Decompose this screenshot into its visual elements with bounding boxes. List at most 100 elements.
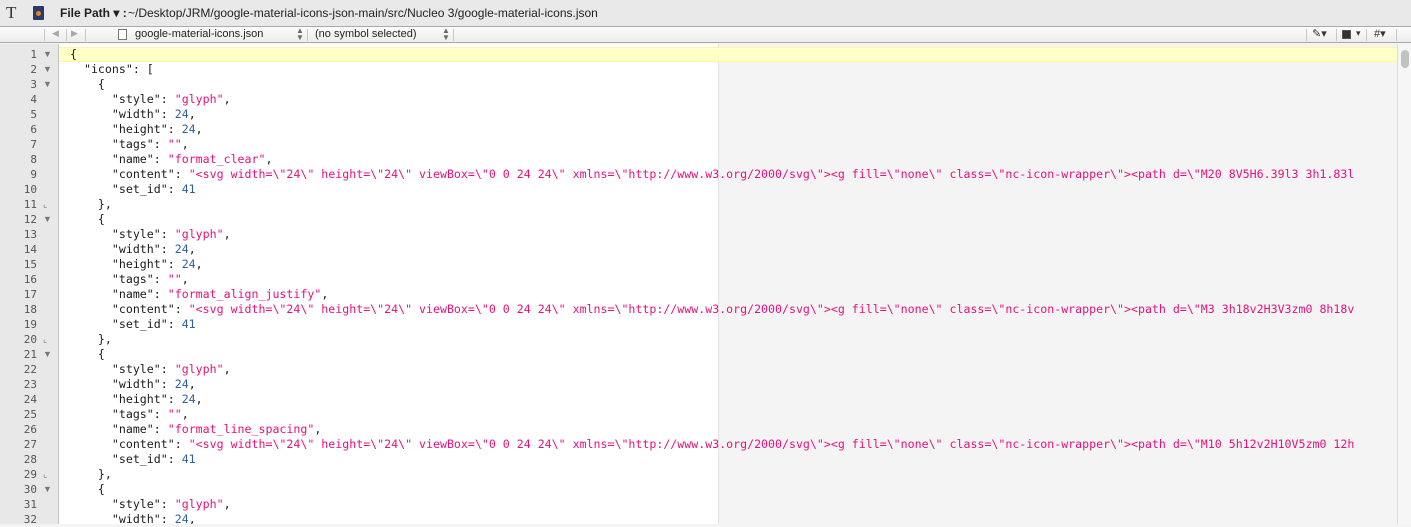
updown-icon: ▲ ▼ [296,26,304,42]
json-punctuation: : [174,302,189,316]
json-key: "tags" [111,137,154,151]
line-number: 22 [23,363,37,376]
fold-triangle-icon[interactable]: ▼ [43,62,52,77]
json-punctuation: , [181,272,189,286]
json-punctuation [70,257,112,271]
fold-triangle-icon[interactable]: ▼ [43,77,52,92]
line-number: 18 [23,303,37,316]
divider [1396,29,1397,41]
json-punctuation: { [70,47,77,61]
json-punctuation [70,362,112,376]
line-number: 28 [23,453,37,466]
line-number: 25 [23,408,37,421]
json-key: "name" [111,152,154,166]
json-string: "<svg width=\"24\" height=\"24\" viewBox… [188,302,1355,316]
vertical-scrollbar[interactable] [1397,44,1411,524]
text-tool-icon[interactable]: T [6,3,16,23]
line-number: 2 [30,63,37,76]
code-line: { [70,347,105,362]
json-number: 24 [181,122,196,136]
json-punctuation: , [188,377,196,391]
fold-end-icon[interactable]: ⌞ [43,467,47,482]
code-line: "width": 24, [70,512,196,524]
json-key: "width" [111,242,161,256]
json-punctuation: }, [70,197,112,211]
json-punctuation: , [195,392,203,406]
back-arrow-icon[interactable]: ◀ [52,28,59,39]
json-punctuation: : [153,407,168,421]
code-line: "name": "format_line_spacing", [70,422,321,437]
line-number: 23 [23,378,37,391]
file-path: ~/Desktop/JRM/google-material-icons-json… [128,6,598,20]
json-key: "set_id" [111,182,168,196]
json-punctuation: , [265,152,273,166]
json-punctuation [70,242,112,256]
current-line-highlight [59,47,1397,62]
code-line: "style": "glyph", [70,92,231,107]
json-string: "glyph" [174,92,224,106]
updown-icon: ▲ ▼ [442,26,450,42]
json-punctuation: , [188,107,196,121]
json-punctuation: , [195,257,203,271]
file-popup[interactable]: google-material-icons.json [135,28,263,40]
json-key: "tags" [111,272,154,286]
json-number: 24 [174,242,189,256]
code-line: { [70,47,77,62]
marker-icon[interactable]: ✎▾ [1312,27,1327,40]
chevron-down-icon[interactable]: ▾ [1356,28,1361,39]
code-line: "content": "<svg width=\"24\" height=\"2… [70,302,1354,317]
divider [44,29,45,41]
json-punctuation [70,167,112,181]
line-number: 21 [23,348,37,361]
code-line: "name": "format_clear", [70,152,273,167]
json-string: "glyph" [174,362,224,376]
json-punctuation: , [223,227,231,241]
hash-icon[interactable]: #▾ [1374,27,1386,40]
json-key: "style" [111,92,161,106]
json-punctuation [70,152,112,166]
json-number: 41 [181,452,196,466]
bookmark-icon[interactable] [1342,30,1351,39]
line-number: 8 [30,153,37,166]
code-editor[interactable]: { "icons": [ { "style": "glyph", "width"… [59,44,1397,524]
divider [1366,29,1367,41]
json-punctuation [70,392,112,406]
json-punctuation: : [160,227,175,241]
fold-triangle-icon[interactable]: ▼ [43,47,52,62]
json-punctuation [70,302,112,316]
fold-triangle-icon[interactable]: ▼ [43,482,52,497]
file-path-menu[interactable]: File Path ▾ : [60,6,127,20]
line-number: 20 [23,333,37,346]
line-number: 5 [30,108,37,121]
line-number: 24 [23,393,37,406]
json-punctuation: : [153,287,168,301]
forward-arrow-icon[interactable]: ▶ [71,28,78,39]
code-line: "name": "format_align_justify", [70,287,328,302]
fold-triangle-icon[interactable]: ▼ [43,212,52,227]
line-number: 16 [23,273,37,286]
json-punctuation: }, [70,332,112,346]
json-key: "set_id" [111,452,168,466]
json-punctuation [70,227,112,241]
json-key: "content" [111,167,175,181]
json-key: "icons" [83,62,133,76]
code-line: "icons": [ [70,62,154,77]
json-punctuation: , [321,287,329,301]
code-line: "tags": "", [70,272,189,287]
json-key: "set_id" [111,317,168,331]
line-number: 10 [23,183,37,196]
fold-end-icon[interactable]: ⌞ [43,197,47,212]
line-number: 7 [30,138,37,151]
json-punctuation: : [174,437,189,451]
code-line: "height": 24, [70,122,203,137]
fold-end-icon[interactable]: ⌞ [43,332,47,347]
json-punctuation [70,62,84,76]
code-line: "set_id": 41 [70,452,196,467]
scrollbar-thumb[interactable] [1401,50,1409,68]
json-punctuation: : [167,452,182,466]
json-punctuation: : [167,317,182,331]
code-line: "set_id": 41 [70,182,196,197]
symbol-popup[interactable]: (no symbol selected) [315,28,417,40]
fold-triangle-icon[interactable]: ▼ [43,347,52,362]
json-punctuation [70,287,112,301]
